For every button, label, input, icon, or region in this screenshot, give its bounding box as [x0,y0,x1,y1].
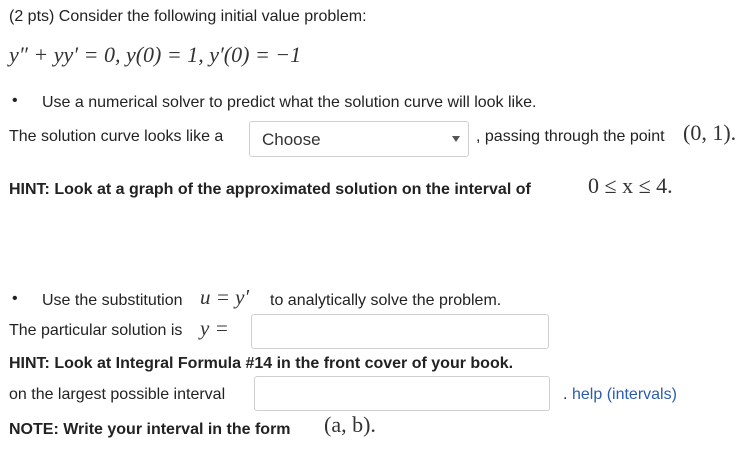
help-intervals-link[interactable]: help (intervals) [572,384,677,406]
substitution-instruction-after: to analytically solve the problem. [270,292,502,309]
numerical-solver-instruction: Use a numerical solver to predict what t… [42,94,537,111]
hint-interval-text: HINT: Look at a graph of the approximate… [9,181,531,198]
passing-through-label: , passing through the point [476,128,665,145]
substitution-instruction-before: Use the substitution [42,292,183,309]
particular-solution-math: y = [200,316,229,340]
interval-input[interactable] [254,376,550,411]
curve-shape-select-value: Choose [262,130,321,149]
problem-title: (2 pts) Consider the following initial v… [9,8,367,25]
interval-label: on the largest possible interval [9,386,226,403]
hint-interval-math: 0 ≤ x ≤ 4. [588,173,673,198]
substitution-math: u = y′ [200,285,250,309]
particular-solution-input[interactable] [251,314,549,349]
bullet-2: • [12,290,18,307]
help-dot: . [563,386,568,403]
note-math: (a, b). [324,412,376,437]
curve-shape-select[interactable]: Choose [249,121,469,157]
ivp-equation: y″ + yy′ = 0, y(0) = 1, y′(0) = −1 [9,42,302,67]
chevron-down-icon [452,136,460,142]
integral-formula-hint: HINT: Look at Integral Formula #14 in th… [9,355,514,372]
particular-solution-label: The particular solution is [9,322,183,339]
solution-curve-label: The solution curve looks like a [9,128,224,145]
bullet-1: • [12,92,18,109]
point-value: (0, 1). [683,120,737,145]
note-text: NOTE: Write your interval in the form [9,421,291,438]
